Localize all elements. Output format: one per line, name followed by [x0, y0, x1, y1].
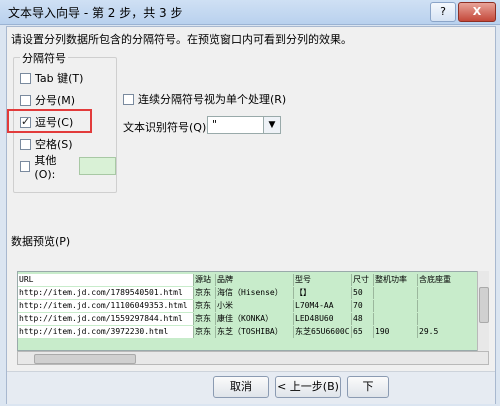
preview-cell: 70 [352, 300, 374, 312]
space-label: 空格(S) [35, 138, 73, 151]
preview-cell: 【】 [294, 287, 352, 299]
preview-cell: 京东 [194, 326, 216, 338]
button-bar: 取消 < 上一步(B) 下 [7, 371, 495, 404]
horizontal-scroll-thumb[interactable] [34, 354, 136, 364]
preview-horizontal-scrollbar[interactable] [17, 351, 489, 365]
preview-cell: http://item.jd.com/11106049353.html [18, 300, 194, 312]
consecutive-delimiter-option[interactable]: 连续分隔符号视为单个处理(R) [123, 91, 286, 107]
preview-cell [374, 313, 418, 325]
semicolon-delimiter-option[interactable]: 分号(M) [20, 92, 75, 108]
cancel-button[interactable]: 取消 [213, 376, 269, 398]
preview-cell: 京东 [194, 300, 216, 312]
preview-cell: L70M4-AA [294, 300, 352, 312]
preview-cell: 型号 [294, 274, 352, 286]
data-preview[interactable]: URL 源站 品牌 型号 尺寸 整机功率 含底座重 http://item.jd.com/17… [17, 271, 489, 351]
preview-cell [418, 300, 478, 312]
text-qualifier-value: " [212, 118, 218, 131]
preview-cell: http://item.jd.com/1559297844.html [18, 313, 194, 325]
semicolon-label: 分号(M) [35, 94, 76, 107]
other-delimiter-option[interactable]: 其他(O): [20, 154, 116, 181]
preview-cell: LED48U60 [294, 313, 352, 325]
preview-cell: 康佳（KONKA） [216, 313, 294, 325]
preview-cell: 29.5 [418, 326, 478, 338]
dialog-body: 请设置分列数据所包含的分隔符号。在预览窗口内可看到分列的效果。 分隔符号 Tab… [6, 26, 496, 404]
next-button[interactable]: 下 [347, 376, 389, 398]
preview-cell: 尺寸 [352, 274, 374, 286]
preview-cell: 含底座重 [418, 274, 478, 286]
preview-cell: 50 [352, 287, 374, 299]
preview-cell [418, 287, 478, 299]
tab-label: Tab 键(T) [35, 72, 84, 85]
preview-cell: 源站 [194, 274, 216, 286]
preview-cell: 190 [374, 326, 418, 338]
tab-checkbox[interactable] [20, 72, 31, 84]
preview-cell: 京东 [194, 313, 216, 325]
preview-cell: 小米 [216, 300, 294, 312]
space-checkbox[interactable] [20, 138, 31, 150]
vertical-scroll-thumb[interactable] [479, 287, 489, 323]
preview-cell: http://item.jd.com/1789540501.html [18, 287, 194, 299]
tab-delimiter-option[interactable]: Tab 键(T) [20, 70, 83, 86]
other-checkbox[interactable] [20, 160, 31, 172]
help-button[interactable]: ? [430, 2, 456, 22]
preview-cell [374, 287, 418, 299]
preview-cell: 65 [352, 326, 374, 338]
window-title: 文本导入向导 - 第 2 步，共 3 步 [8, 6, 183, 20]
delimiter-group-title: 分隔符号 [20, 50, 68, 66]
highlight-box [7, 109, 92, 133]
consecutive-label: 连续分隔符号视为单个处理(R) [138, 93, 287, 106]
preview-cell [418, 313, 478, 325]
back-button[interactable]: < 上一步(B) [275, 376, 341, 398]
preview-cell: URL [18, 274, 194, 286]
consecutive-checkbox[interactable] [123, 93, 134, 105]
preview-cell: http://item.jd.com/3972230.html [18, 326, 194, 338]
text-qualifier-select[interactable]: " ▼ [207, 116, 281, 134]
title-bar: 文本导入向导 - 第 2 步，共 3 步 ? X [0, 0, 500, 25]
preview-cell: 整机功率 [374, 274, 418, 286]
preview-vertical-scrollbar[interactable] [477, 271, 489, 351]
preview-cell: 东芝（TOSHIBA） [216, 326, 294, 338]
other-label: 其他(O): [34, 153, 57, 181]
preview-cell: 东芝65U6600C [294, 326, 352, 338]
close-button[interactable]: X [458, 2, 496, 22]
space-delimiter-option[interactable]: 空格(S) [20, 136, 73, 152]
semicolon-checkbox[interactable] [20, 94, 31, 106]
chevron-down-icon[interactable]: ▼ [263, 117, 280, 133]
preview-cell: 品牌 [216, 274, 294, 286]
preview-cell: 海信（Hisense） [216, 287, 294, 299]
preview-cell: 48 [352, 313, 374, 325]
text-qualifier-label: 文本识别符号(Q): [123, 121, 210, 134]
other-delimiter-input[interactable] [78, 157, 116, 175]
preview-cell: 京东 [194, 287, 216, 299]
instruction-text: 请设置分列数据所包含的分隔符号。在预览窗口内可看到分列的效果。 [11, 33, 352, 46]
preview-label: 数据预览(P) [11, 235, 71, 248]
preview-cell [374, 300, 418, 312]
